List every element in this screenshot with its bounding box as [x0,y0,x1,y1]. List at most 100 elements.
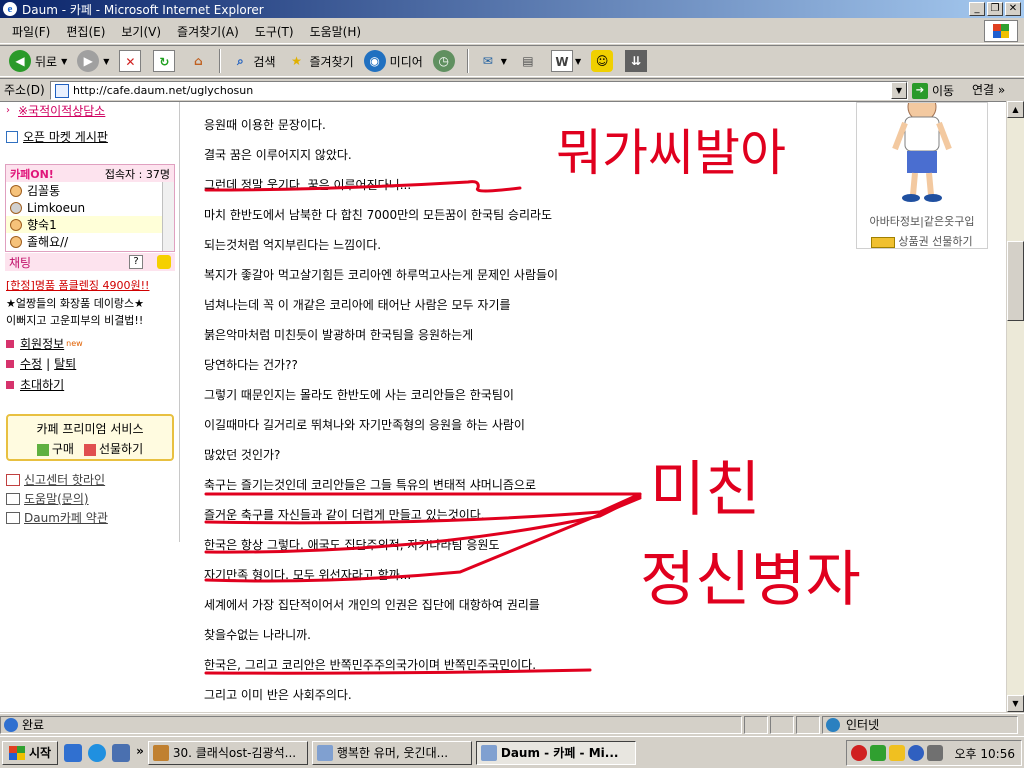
globe-tray-icon[interactable] [908,745,924,761]
edit-dropdown-icon[interactable]: ▼ [575,57,581,66]
visitor-count: 접속자 : 37명 [104,167,170,181]
menu-view[interactable]: 보기(V) [113,23,169,40]
post-line: 넘쳐나는데 꼭 이 개같은 코리아에 태어난 사람은 모두 자기를 [204,298,511,312]
avatar-figure[interactable] [857,102,987,211]
volume-icon[interactable] [927,745,943,761]
print-button[interactable]: ▤ [512,47,546,75]
gift-card-link[interactable]: 상품권 선물하기 [898,235,972,248]
user-face-icon [10,235,22,248]
minimize-button[interactable]: _ [969,2,985,16]
chat-bar[interactable]: 채팅? [5,253,175,271]
report-link[interactable]: 신고센터 핫라인 [6,471,105,488]
refresh-button[interactable]: ↻ [148,47,182,75]
scroll-thumb[interactable] [1007,241,1024,321]
user-list-scrollbar[interactable] [162,182,174,251]
forward-button[interactable]: ▶ ▼ [72,47,114,75]
vertical-scrollbar[interactable]: ▲ ▼ [1006,101,1024,712]
emoticon-icon[interactable] [157,255,171,269]
help-icon[interactable]: ? [129,255,143,269]
forward-arrow-icon: ▶ [77,50,100,72]
address-input[interactable]: http://cafe.daum.net/uglychosun ▼ [50,81,908,100]
sidebar-link-top[interactable]: › ※국적이적상담소 [6,102,105,119]
link-divider: | [46,356,51,371]
promo-text[interactable]: ★얼짱들의 화장품 데이랑스★ [6,295,144,311]
start-button[interactable]: 시작 [2,740,59,765]
media-button[interactable]: ◉ 미디어 [359,47,428,75]
back-dropdown-icon[interactable]: ▼ [61,57,67,66]
list-item[interactable]: Limkoeun [6,199,164,216]
avatar-panel: 아바타정보|같은옷구입 상품권 선물하기 [856,102,988,249]
status-cell [770,715,794,734]
messenger-button[interactable]: ☺ [586,47,620,75]
ie-status-icon [4,717,18,732]
messenger-tray-icon[interactable] [889,745,905,761]
history-button[interactable]: ◷ [428,47,464,75]
menu-tools[interactable]: 도구(T) [247,23,302,40]
taskbar-item-music[interactable]: 30. 클래식ost-김광석... [147,740,308,765]
scroll-up-icon[interactable]: ▲ [1007,101,1024,118]
post-line: 복지가 좋갈아 먹고살기힘든 코리아엔 하루먹고사는게 문제인 사람들이 [204,268,559,282]
network-icon[interactable] [870,745,886,761]
desktop-icon[interactable] [64,743,83,762]
media-icon[interactable] [112,743,131,762]
window-titlebar[interactable]: e Daum - 카페 - Microsoft Internet Explore… [0,0,1024,18]
taskbar: 시작 » 30. 클래식ost-김광석... 행복한 유머, 웃긴대... Da… [0,736,1024,768]
list-item[interactable]: 향숙1 [6,216,164,233]
post-line: 그리고 이미 반은 사회주의다. [204,688,352,702]
star-icon: ★ [291,54,302,68]
go-button[interactable]: ➔ 이동 [912,81,954,100]
taskbar-item-daum[interactable]: Daum - 카페 - Mi... [475,740,636,765]
scroll-down-icon[interactable]: ▼ [1007,695,1024,712]
links-button[interactable]: 연결 » [972,81,1005,98]
mail-button[interactable]: ✉ ▼ [472,47,512,75]
mail-dropdown-icon[interactable]: ▼ [501,57,507,66]
gift-icon [83,443,96,456]
avatar-info-link[interactable]: 아바타정보 [870,215,921,228]
back-button[interactable]: ◀ 뒤로 ▼ [4,47,72,75]
menu-edit[interactable]: 편집(E) [58,23,113,40]
menu-favorites[interactable]: 즐겨찾기(A) [169,23,247,40]
stop-button[interactable]: ✕ [114,47,148,75]
menu-file[interactable]: 파일(F) [4,23,58,40]
premium-gift-button[interactable]: 선물하기 [83,440,143,457]
mail-icon: ✉ [482,54,493,68]
address-bar: 주소(D) http://cafe.daum.net/uglychosun ▼ … [0,78,1024,100]
language-icon[interactable] [851,745,867,761]
edit-button[interactable]: W ▼ [546,47,586,75]
terms-link[interactable]: Daum카페 약관 [6,509,108,526]
menu-help[interactable]: 도움말(H) [302,23,370,40]
post-line: 당연하다는 건가?? [204,358,298,372]
board-icon [6,130,18,143]
close-button[interactable]: ✕ [1005,2,1021,16]
extra-button[interactable]: ⇊ [620,47,654,75]
status-text-cell: 완료 [0,715,742,734]
favorites-button[interactable]: ★ 즐겨찾기 [281,47,359,75]
member-info-link[interactable]: 회원정보 new [6,335,83,352]
premium-buy-button[interactable]: 구매 [36,440,74,457]
address-url[interactable]: http://cafe.daum.net/uglychosun [73,84,253,97]
ie-icon[interactable] [88,743,107,762]
list-item[interactable]: 졸해요// [6,233,164,250]
more-chevron-icon[interactable]: » [136,744,144,762]
post-line: 그런데 정말 웃기다. 꿈은 이루어진다니... [204,178,412,192]
list-item[interactable]: 김꼴통 [6,182,164,199]
search-button[interactable]: ⌕ 검색 [224,47,280,75]
promo-link[interactable]: [한정]명품 폼클렌징 4900원!! [6,277,149,293]
sidebar-link-open-market[interactable]: 오픈 마켓 게시판 [6,128,108,145]
user-name: 김꼴통 [27,184,61,198]
address-dropdown-icon[interactable]: ▼ [891,82,907,99]
post-line: 세계에서 가장 집단적이어서 개인의 인권은 집단에 대항하여 권리를 [204,598,540,612]
restore-button[interactable]: ❐ [987,2,1003,16]
help-link[interactable]: 도움말(문의) [6,490,89,507]
page-content: › ※국적이적상담소 오픈 마켓 게시판 카페ON! 접속자 : 37명 김꼴통 L… [0,101,1006,712]
forward-dropdown-icon[interactable]: ▼ [103,57,109,66]
refresh-icon: ↻ [153,50,176,72]
leave-link[interactable]: 탈퇴 [54,355,76,372]
edit-link[interactable]: 수정 [20,355,42,372]
invite-link[interactable]: 초대하기 [6,376,64,393]
ie-app-icon: e [3,2,17,16]
same-clothes-link[interactable]: 같은옷구입 [924,215,975,228]
taskbar-item-humor[interactable]: 행복한 유머, 웃긴대... [311,740,472,765]
promo-text[interactable]: 이뻐지고 고운피부의 비결법!! [6,312,143,328]
home-button[interactable]: ⌂ [182,47,216,75]
